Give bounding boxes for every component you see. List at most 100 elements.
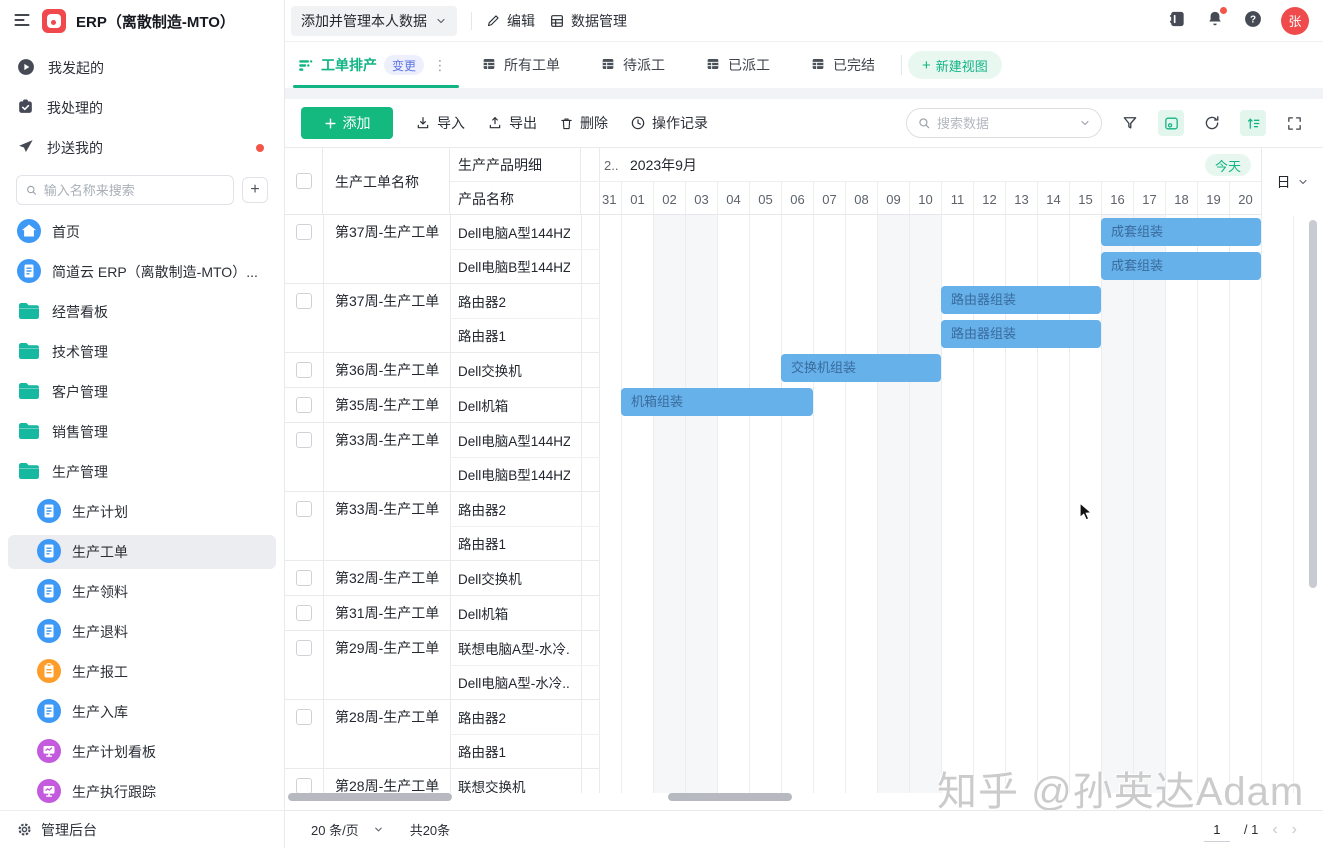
help-icon[interactable]: ? xyxy=(1243,9,1263,32)
product-row[interactable]: Dell电脑A型144HZ xyxy=(285,215,600,249)
left-panel-hscrollbar[interactable] xyxy=(288,793,452,801)
day-header: 05 xyxy=(749,182,781,214)
fullscreen-button[interactable] xyxy=(1281,110,1307,136)
gantt-bar[interactable]: 路由器组装 xyxy=(941,286,1101,314)
folder-icon xyxy=(16,298,42,327)
sidebar-item-经营看板[interactable]: 经营看板 xyxy=(0,292,284,332)
tab-已派工[interactable]: 已派工 xyxy=(685,42,790,88)
tab-已完结[interactable]: 已完结 xyxy=(790,42,895,88)
sidebar-item-生产报工[interactable]: 生产报工 xyxy=(0,652,284,692)
today-button[interactable]: 今天 xyxy=(1205,154,1251,176)
product-row[interactable]: 联想电脑A型-水冷... xyxy=(285,631,600,665)
data-manage-button[interactable]: 数据管理 xyxy=(549,11,627,31)
product-row[interactable]: Dell电脑B型144HZ xyxy=(285,457,600,491)
product-row[interactable]: 联想交换机 xyxy=(285,769,600,793)
sidebar-item[interactable]: 我处理的 xyxy=(0,88,284,128)
clock-icon xyxy=(630,115,646,131)
product-row[interactable]: Dell机箱 xyxy=(285,596,600,630)
sidebar-item-简道云 ERP（离散制造-MTO）...[interactable]: 简道云 ERP（离散制造-MTO）... xyxy=(0,252,284,292)
product-row[interactable]: 路由器2 xyxy=(285,700,600,734)
report-icon xyxy=(36,658,62,687)
gantt-bar[interactable]: 路由器组装 xyxy=(941,320,1101,348)
gantt-vscrollbar[interactable] xyxy=(1309,220,1317,588)
contacts-book-icon[interactable] xyxy=(1167,9,1187,32)
search-icon xyxy=(25,183,38,197)
change-badge: 变更 xyxy=(384,55,424,75)
tab-more-icon[interactable]: ⋮ xyxy=(431,57,449,74)
next-page-icon[interactable]: › xyxy=(1292,821,1297,839)
tab-work-order-scheduling[interactable]: 工单排产 变更 ⋮ xyxy=(291,42,461,88)
pager: 1 / 1 ‹ › xyxy=(1204,818,1297,842)
sidebar-item-客户管理[interactable]: 客户管理 xyxy=(0,372,284,412)
total-count-label: 共20条 xyxy=(410,820,450,839)
time-scale-dropdown[interactable]: 日 xyxy=(1261,148,1323,216)
select-all-checkbox[interactable] xyxy=(296,173,312,189)
page-size-dropdown[interactable]: 20 条/页 xyxy=(311,820,384,839)
product-row[interactable]: Dell电脑A型144HZ xyxy=(285,423,600,457)
table-icon xyxy=(549,13,565,29)
product-row[interactable]: 路由器2 xyxy=(285,284,600,318)
import-button[interactable]: 导入 xyxy=(415,113,465,133)
gantt-view-icon xyxy=(297,57,314,74)
day-header: 02 xyxy=(653,182,685,214)
product-row[interactable]: Dell电脑A型-水冷... xyxy=(285,665,600,699)
product-row[interactable]: Dell电脑B型144HZ xyxy=(285,249,600,283)
product-name: Dell电脑B型144HZ xyxy=(458,249,570,283)
gantt-bar[interactable]: 成套组装 xyxy=(1101,252,1261,280)
gantt-bar[interactable]: 机箱组装 xyxy=(621,388,813,416)
delete-button[interactable]: 删除 xyxy=(559,113,608,133)
sidebar-item-生产管理[interactable]: 生产管理 xyxy=(0,452,284,492)
card-settings-button[interactable] xyxy=(1158,110,1184,136)
export-button[interactable]: 导出 xyxy=(487,113,537,133)
scope-dropdown[interactable]: 添加并管理本人数据 xyxy=(291,6,457,36)
sidebar-search-field[interactable] xyxy=(44,183,225,198)
avatar[interactable]: 张 xyxy=(1281,7,1309,35)
day-header-prev: 31 xyxy=(600,182,621,214)
sidebar-item-生产领料[interactable]: 生产领料 xyxy=(0,572,284,612)
operation-log-button[interactable]: 操作记录 xyxy=(630,113,708,133)
product-row[interactable]: 路由器1 xyxy=(285,318,600,352)
product-row[interactable]: 路由器2 xyxy=(285,492,600,526)
product-row[interactable]: Dell机箱 xyxy=(285,388,600,422)
sidebar-item-生产入库[interactable]: 生产入库 xyxy=(0,692,284,732)
edit-button[interactable]: 编辑 xyxy=(486,11,535,31)
product-row[interactable]: Dell交换机 xyxy=(285,353,600,387)
gantt-bar[interactable]: 交换机组装 xyxy=(781,354,941,382)
gantt-hscrollbar[interactable] xyxy=(668,793,792,801)
sidebar-item-生产工单[interactable]: 生产工单 xyxy=(0,532,284,572)
tab-待派工[interactable]: 待派工 xyxy=(580,42,685,88)
sidebar-search-input[interactable] xyxy=(16,175,234,205)
page-number-input[interactable]: 1 xyxy=(1204,818,1230,842)
row-height-button[interactable] xyxy=(1240,110,1266,136)
data-search-input[interactable] xyxy=(906,108,1102,138)
card-settings-icon xyxy=(1163,115,1180,132)
refresh-button[interactable] xyxy=(1199,110,1225,136)
tab-所有工单[interactable]: 所有工单 xyxy=(461,42,580,88)
sidebar-item-生产计划[interactable]: 生产计划 xyxy=(0,492,284,532)
filter-button[interactable] xyxy=(1117,110,1143,136)
notifications-bell-icon[interactable] xyxy=(1205,9,1225,32)
gantt-bar[interactable]: 成套组装 xyxy=(1101,218,1261,246)
add-button[interactable]: 添加 xyxy=(301,107,393,139)
app-logo-icon[interactable] xyxy=(42,9,66,33)
chevron-down-icon[interactable] xyxy=(1079,117,1091,129)
work-order-group: 第37周-生产工单路由器2路由器1 xyxy=(285,284,600,353)
product-row[interactable]: Dell交换机 xyxy=(285,561,600,595)
sidebar-item-技术管理[interactable]: 技术管理 xyxy=(0,332,284,372)
sidebar-item[interactable]: 我发起的 xyxy=(0,48,284,88)
product-row[interactable]: 路由器1 xyxy=(285,734,600,768)
new-view-button[interactable]: + 新建视图 xyxy=(908,51,1002,79)
sidebar-item-生产计划看板[interactable]: 生产计划看板 xyxy=(0,732,284,772)
page-of-label: / 1 xyxy=(1244,822,1258,837)
prev-page-icon[interactable]: ‹ xyxy=(1272,821,1277,839)
sidebar-item-生产执行跟踪[interactable]: 生产执行跟踪 xyxy=(0,772,284,810)
admin-backend-button[interactable]: 管理后台 xyxy=(0,810,284,848)
sidebar-item-销售管理[interactable]: 销售管理 xyxy=(0,412,284,452)
sidebar-add-button[interactable]: + xyxy=(242,177,268,203)
hamburger-icon[interactable] xyxy=(12,10,32,33)
product-row[interactable]: 路由器1 xyxy=(285,526,600,560)
sidebar-item[interactable]: 抄送我的 xyxy=(0,128,284,168)
sidebar-item-生产退料[interactable]: 生产退料 xyxy=(0,612,284,652)
data-search-field[interactable] xyxy=(937,116,1073,131)
sidebar-item-首页[interactable]: 首页 xyxy=(0,212,284,252)
